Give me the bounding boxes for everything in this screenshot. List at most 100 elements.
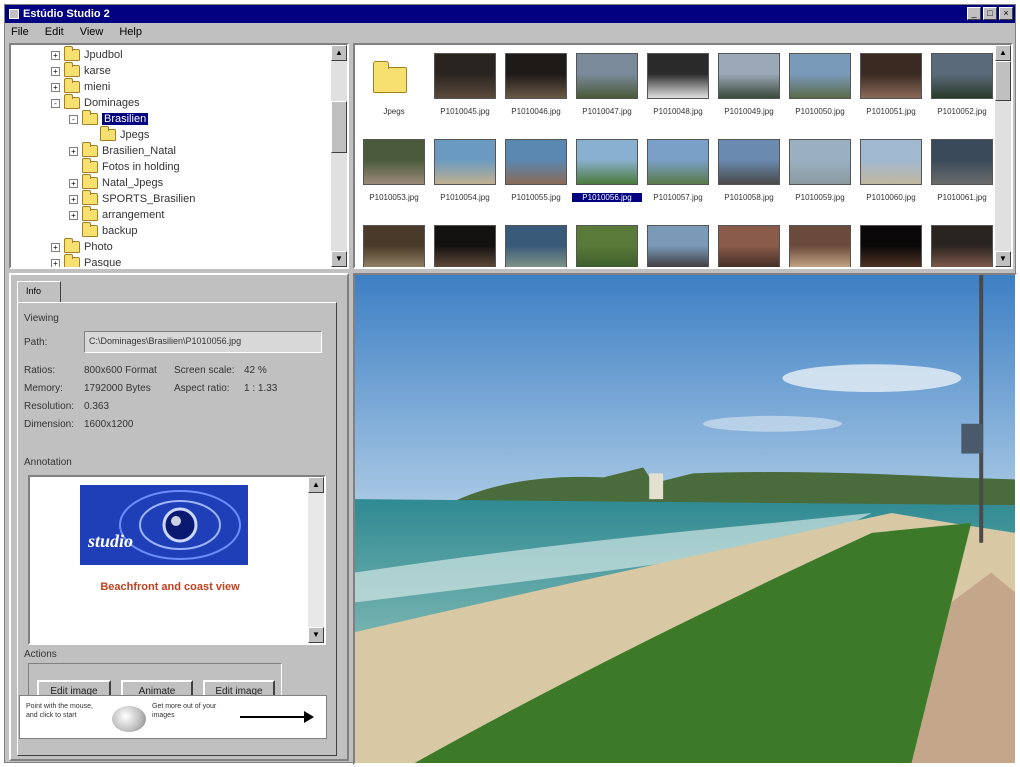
thumbnail-caption: P1010056.jpg [572,193,642,202]
image-thumbnail[interactable]: P1010056.jpg [572,131,642,211]
close-button[interactable]: × [999,7,1013,20]
expand-toggle-icon[interactable]: + [51,258,60,267]
tree-item[interactable]: + Pasque [51,254,121,267]
memory-label: Memory: [24,383,63,394]
image-thumbnail[interactable]: P1010053.jpg [359,131,429,211]
tree-item-label: Jpudbol [84,49,123,61]
image-thumbnail[interactable] [714,217,784,267]
image-thumbnail[interactable] [572,217,642,267]
tree-item[interactable]: + mieni [51,78,111,95]
expand-toggle-icon[interactable]: - [51,98,60,108]
tree-item[interactable]: + Jpudbol [51,46,123,63]
expand-toggle-icon[interactable]: + [69,178,78,188]
image-thumbnail[interactable]: P1010046.jpg [501,45,571,125]
tree-item[interactable]: backup [69,222,137,239]
scroll-thumb[interactable] [331,101,347,153]
scroll-down-arrow-icon[interactable]: ▼ [995,251,1011,267]
image-thumbnail[interactable]: P1010058.jpg [714,131,784,211]
image-thumbnail[interactable]: P1010045.jpg [430,45,500,125]
expand-toggle-icon[interactable]: + [51,50,60,60]
scroll-down-arrow-icon[interactable]: ▼ [331,251,347,267]
image-thumbnail[interactable]: P1010051.jpg [856,45,926,125]
ratio-value: 800x600 Format [84,365,157,376]
tree-item[interactable]: + Brasilien_Natal [69,142,176,159]
menu-edit[interactable]: Edit [45,26,64,38]
image-thumbnail[interactable]: P1010052.jpg [927,45,997,125]
thumbnail-image [434,53,496,99]
scroll-up-arrow-icon[interactable]: ▲ [308,477,324,493]
thumbnail-image [505,53,567,99]
tree-item[interactable]: + karse [51,62,111,79]
expand-toggle-icon[interactable]: + [69,146,78,156]
expand-toggle-icon[interactable]: + [51,242,60,252]
menu-file[interactable]: File [11,26,29,38]
expand-toggle-icon[interactable]: + [69,210,78,220]
tree-item[interactable]: + SPORTS_Brasilien [69,190,196,207]
annotation-box[interactable]: studio Beachfront and coast view ▲ ▼ [28,475,326,645]
image-thumbnail[interactable] [430,217,500,267]
image-preview[interactable] [353,273,1017,765]
path-field[interactable]: C:\Dominages\Brasilien\P1010056.jpg [84,331,322,353]
dimension-label: Dimension: [24,419,75,430]
annotation-scrollbar[interactable]: ▲ ▼ [308,477,324,643]
tree-item-label: mieni [84,81,111,93]
tree-item[interactable]: - Brasilien [69,110,149,127]
tree-item-label: arrangement [102,209,165,221]
tree-item[interactable]: + arrangement [69,206,165,223]
banner-left-text: Point with the mouse, and click to start [26,703,93,719]
minimize-button[interactable]: _ [967,7,981,20]
image-thumbnail[interactable]: P1010060.jpg [856,131,926,211]
tree-scrollbar[interactable]: ▲ ▼ [331,45,347,267]
image-thumbnail[interactable] [856,217,926,267]
image-thumbnail[interactable]: P1010059.jpg [785,131,855,211]
menu-view[interactable]: View [80,26,104,38]
promo-banner[interactable]: Point with the mouse, and click to start… [19,695,327,739]
thumbnail-grid[interactable]: Jpegs P1010045.jpg P1010046.jpg P1010047.j… [353,43,1013,269]
tree-item-label: Natal_Jpegs [102,177,164,189]
tree-item[interactable]: + Photo [51,238,113,255]
title-bar[interactable]: Estúdio Studio 2 _ □ × [5,5,1015,23]
maximize-button[interactable]: □ [983,7,997,20]
menu-help[interactable]: Help [119,26,142,38]
scroll-up-arrow-icon[interactable]: ▲ [995,45,1011,61]
image-thumbnail[interactable] [785,217,855,267]
expand-toggle-icon[interactable]: + [51,82,60,92]
image-thumbnail[interactable] [927,217,997,267]
scroll-thumb[interactable] [995,61,1011,101]
image-thumbnail[interactable]: P1010048.jpg [643,45,713,125]
expand-toggle-icon[interactable]: + [51,66,60,76]
image-thumbnail[interactable]: P1010049.jpg [714,45,784,125]
image-thumbnail[interactable]: P1010057.jpg [643,131,713,211]
image-thumbnail[interactable]: P1010047.jpg [572,45,642,125]
thumbnail-scrollbar[interactable]: ▲ ▼ [995,45,1011,267]
image-thumbnail[interactable]: P1010054.jpg [430,131,500,211]
scroll-up-arrow-icon[interactable]: ▲ [331,45,347,61]
thumbnail-image [505,139,567,185]
thumbnail-image [576,225,638,267]
image-thumbnail[interactable]: P1010050.jpg [785,45,855,125]
studio-logo: studio [80,485,248,565]
image-thumbnail[interactable]: P1010055.jpg [501,131,571,211]
tree-item[interactable]: - Dominages [51,94,140,111]
ratio-label: Ratios: [24,365,56,376]
folder-thumbnail[interactable]: Jpegs [359,45,429,125]
expand-toggle-icon[interactable]: + [69,194,78,204]
image-thumbnail[interactable] [643,217,713,267]
image-thumbnail[interactable]: P1010061.jpg [927,131,997,211]
image-thumbnail[interactable] [501,217,571,267]
tree-item-label: Fotos in holding [102,161,180,173]
folder-tree[interactable]: ▲ ▼ + Jpudbol + karse + mieni - Dominages - Brasi… [9,43,349,269]
scroll-down-arrow-icon[interactable]: ▼ [308,627,324,643]
image-thumbnail[interactable] [359,217,429,267]
thumbnail-caption: P1010054.jpg [440,193,490,202]
logo-text: studio [88,531,134,551]
tree-item-label: SPORTS_Brasilien [102,193,196,205]
menu-bar: File Edit View Help [5,23,1015,41]
tree-item[interactable]: + Natal_Jpegs [69,174,164,191]
expand-toggle-icon[interactable]: - [69,114,78,124]
thumbnail-image [647,225,709,267]
tab-info[interactable]: Info [17,281,61,303]
tree-item[interactable]: Fotos in holding [69,158,180,175]
tree-item[interactable]: Jpegs [87,126,149,143]
thumbnail-caption: P1010059.jpg [795,193,845,202]
